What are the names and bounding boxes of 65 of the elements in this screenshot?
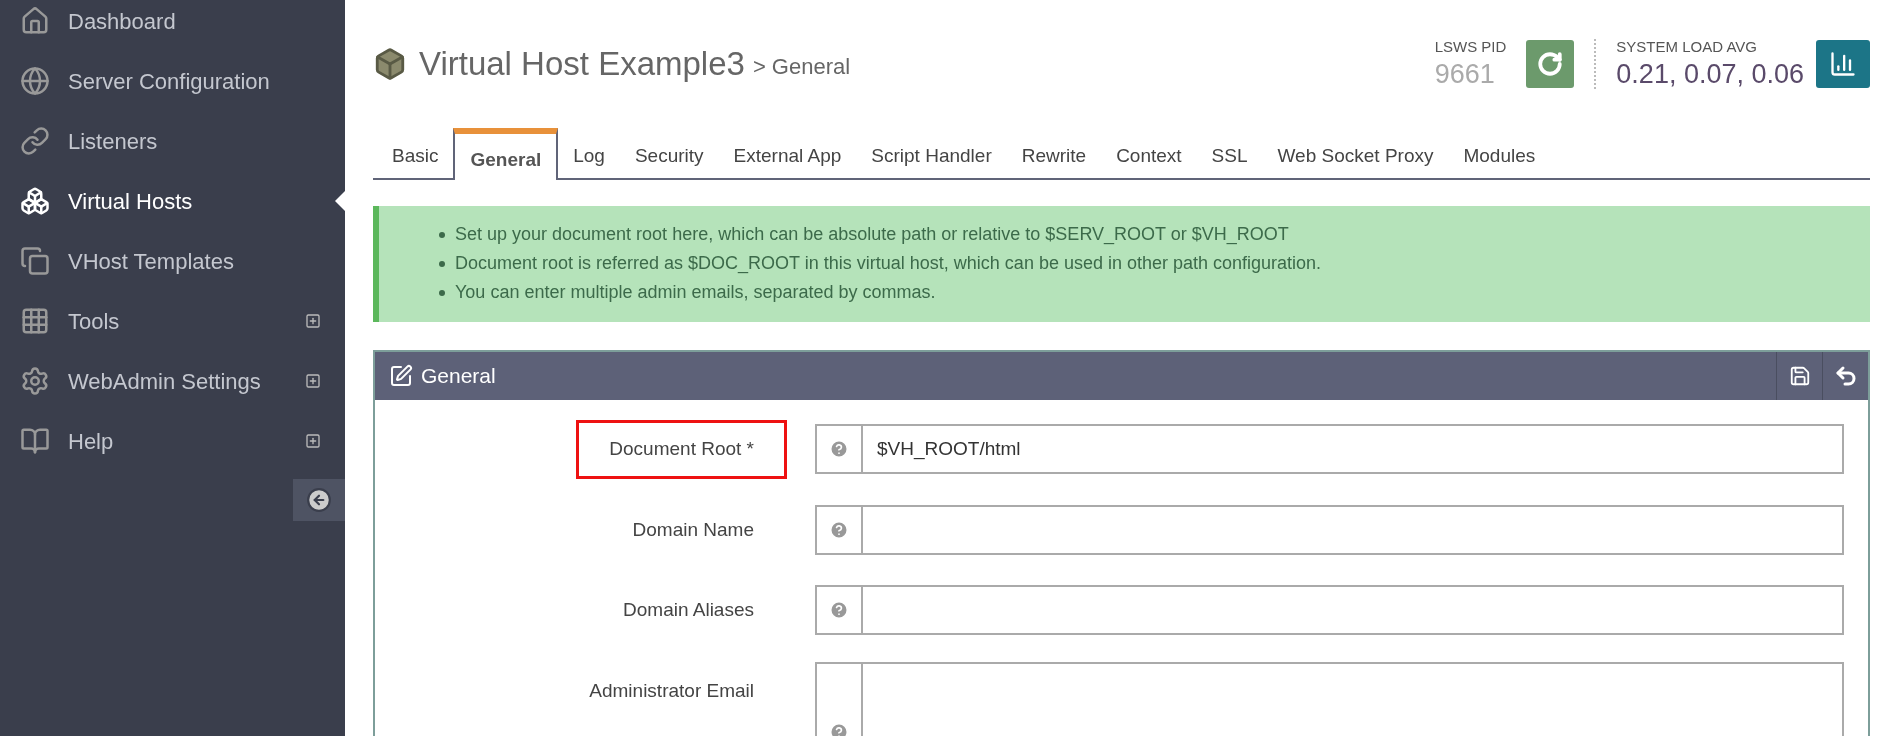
active-pointer-icon bbox=[335, 191, 345, 211]
info-text: You can enter multiple admin emails, separated by commas. bbox=[455, 281, 936, 304]
gear-icon bbox=[20, 366, 50, 396]
pid-value: 9661 bbox=[1434, 58, 1496, 92]
help-icon[interactable] bbox=[829, 600, 849, 621]
field-label: Domain Name bbox=[631, 517, 755, 542]
sidebar-item[interactable]: Tools bbox=[0, 291, 345, 351]
panel-title: General bbox=[421, 363, 496, 390]
tab[interactable]: Web Socket Proxy bbox=[1262, 134, 1449, 178]
edit-icon bbox=[389, 364, 413, 388]
load-label: SYSTEM LOAD AVG bbox=[1616, 36, 1758, 57]
field-label: Administrator Email bbox=[588, 678, 755, 703]
collapse-sidebar-button[interactable] bbox=[293, 479, 345, 521]
expand-icon[interactable] bbox=[305, 433, 321, 449]
tab[interactable]: General bbox=[453, 128, 559, 180]
tab[interactable]: Script Handler bbox=[856, 134, 1007, 178]
tab[interactable]: Rewrite bbox=[1006, 134, 1102, 178]
tab[interactable]: Basic bbox=[377, 134, 454, 178]
cubes-icon bbox=[20, 186, 50, 216]
page-title: Virtual Host Example3 bbox=[419, 44, 745, 85]
help-icon[interactable] bbox=[829, 519, 849, 540]
info-text: Document root is referred as $DOC_ROOT in this virtual host, which can be used in other path configuration. bbox=[455, 252, 1322, 276]
expand-icon[interactable] bbox=[305, 313, 321, 329]
tab[interactable]: Log bbox=[558, 134, 620, 178]
load-value: 0.21, 0.07, 0.06 bbox=[1616, 58, 1804, 92]
book-icon bbox=[20, 426, 50, 456]
bar-chart-icon bbox=[1829, 50, 1857, 78]
help-icon[interactable] bbox=[829, 439, 849, 460]
chart-button[interactable] bbox=[1816, 40, 1870, 88]
chain-link-icon bbox=[20, 126, 50, 156]
input-field[interactable] bbox=[815, 504, 1844, 555]
input-field[interactable]: $VH_ROOT/html bbox=[815, 424, 1844, 475]
tab[interactable]: SSL bbox=[1196, 134, 1263, 178]
info-text: Set up your document root here, which can be absolute path or relative to $SERV_ROOT or $VH_ROOT bbox=[455, 223, 1289, 247]
pid-label: LSWS PID bbox=[1434, 36, 1507, 57]
expand-icon[interactable] bbox=[305, 373, 321, 389]
refresh-icon bbox=[1537, 51, 1564, 77]
sidebar-item[interactable]: Help bbox=[0, 411, 345, 471]
page-subtitle: > General bbox=[752, 52, 851, 81]
field-value: $VH_ROOT/html bbox=[876, 437, 1022, 462]
home-icon bbox=[20, 6, 50, 36]
sidebar-item[interactable]: Server Configuration bbox=[0, 51, 345, 111]
sidebar-item[interactable]: VHost Templates bbox=[0, 231, 345, 291]
cube-icon bbox=[373, 47, 407, 81]
restart-button[interactable] bbox=[1526, 40, 1575, 88]
input-field[interactable] bbox=[815, 585, 1844, 636]
grid-icon bbox=[20, 306, 50, 336]
field-label: Document Root * bbox=[576, 420, 787, 479]
field-label: Domain Aliases bbox=[622, 598, 755, 622]
tab[interactable]: Context bbox=[1101, 134, 1197, 178]
bullet-icon bbox=[439, 260, 445, 267]
bullet-icon bbox=[439, 231, 445, 238]
tab[interactable]: Security bbox=[619, 134, 719, 178]
sidebar-item[interactable]: Virtual Hosts bbox=[0, 171, 345, 231]
copy-icon bbox=[20, 246, 50, 276]
globe-icon bbox=[20, 66, 50, 96]
tab[interactable]: Modules bbox=[1448, 134, 1551, 178]
save-icon bbox=[1788, 365, 1811, 387]
tab[interactable]: External App bbox=[718, 134, 857, 178]
sidebar-item[interactable]: Dashboard bbox=[0, 0, 345, 51]
sidebar-item[interactable]: WebAdmin Settings bbox=[0, 351, 345, 411]
arrow-left-circle-icon bbox=[306, 487, 332, 513]
help-icon[interactable] bbox=[829, 721, 849, 736]
bullet-icon bbox=[439, 289, 445, 296]
sidebar-item[interactable]: Listeners bbox=[0, 111, 345, 171]
